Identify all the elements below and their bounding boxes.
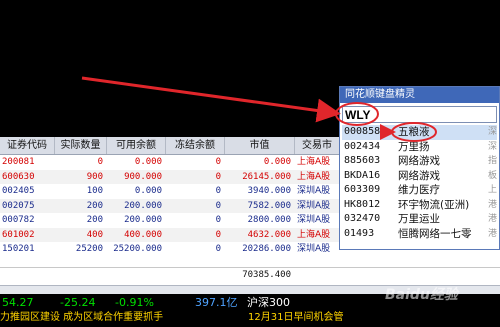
col-header-frozen[interactable]: 冻结余额 xyxy=(166,137,225,154)
suggestion-name: 网络游戏 xyxy=(398,155,440,167)
suggestion-code: 002434 xyxy=(344,140,381,152)
total-row: 70385.400 xyxy=(0,267,500,282)
suggestion-name: 万里运业 xyxy=(398,213,440,225)
cell-value: 3940.000 xyxy=(247,186,291,196)
cell-avail: 25200.000 xyxy=(113,244,162,254)
suggestion-item[interactable]: BKDA16 网络游戏 板 xyxy=(342,169,497,184)
cell-qty: 900 xyxy=(86,171,103,182)
col-header-qty[interactable]: 实际数量 xyxy=(55,137,107,154)
cell-market: 上海A股 xyxy=(297,171,331,182)
cell-value: 20286.000 xyxy=(242,244,291,254)
suggestion-code: 01493 xyxy=(344,227,375,239)
cell-value: 2800.000 xyxy=(247,215,291,225)
suggestion-item[interactable]: 01493 恒腾网络一七零 港 xyxy=(342,227,497,242)
suggestion-code: 000858 xyxy=(344,126,381,137)
suggestion-item[interactable]: HK8012 环宇物流(亚洲) 港 xyxy=(342,198,497,213)
suggestion-name: 恒腾网络一七零 xyxy=(398,227,472,240)
suggestion-market: 港 xyxy=(488,199,498,210)
watermark-logo: Baidu经验 xyxy=(385,287,458,303)
cell-code: 002075 xyxy=(2,200,35,211)
suggestion-code: 032470 xyxy=(344,213,381,224)
cell-value: 7582.000 xyxy=(247,200,291,211)
cell-frozen: 0 xyxy=(215,171,221,182)
cell-avail: 200.000 xyxy=(124,215,162,225)
cell-code: 150201 xyxy=(2,244,35,254)
cell-avail: 200.000 xyxy=(124,200,162,211)
suggestion-market: 港 xyxy=(488,228,498,239)
suggestion-item[interactable]: 000858 五粮液 深 xyxy=(342,125,497,140)
col-header-market[interactable]: 交易市 xyxy=(295,137,340,154)
suggestion-market: 深 xyxy=(488,141,498,152)
col-header-value[interactable]: 市值 xyxy=(225,137,295,154)
col-header-code[interactable]: 证券代码 xyxy=(0,137,55,154)
cell-code: 000782 xyxy=(2,215,35,225)
index-turnover: 397.1亿 xyxy=(195,296,238,309)
cell-qty: 200 xyxy=(86,215,103,225)
suggestion-market: 上 xyxy=(488,185,498,195)
suggestion-item[interactable]: 032470 万里运业 港 xyxy=(342,212,497,227)
cell-frozen: 0 xyxy=(215,186,221,196)
col-header-avail[interactable]: 可用余额 xyxy=(107,137,166,154)
cell-market: 上海A股 xyxy=(297,157,331,167)
cell-market: 深圳A股 xyxy=(297,244,331,254)
suggestion-name: 维力医疗 xyxy=(398,184,440,196)
suggestion-name: 万里扬 xyxy=(398,140,430,153)
cell-code: 601002 xyxy=(2,229,35,240)
suggestion-name: 五粮液 xyxy=(398,126,430,138)
cell-code: 200081 xyxy=(2,157,35,167)
cell-frozen: 0 xyxy=(215,200,221,211)
cell-avail: 0.000 xyxy=(134,157,162,167)
news-headline[interactable]: 12月31日早间机会管 xyxy=(248,311,343,325)
index-points: 54.27 xyxy=(2,296,34,309)
cell-value: 26145.000 xyxy=(242,171,291,182)
suggestion-market: 港 xyxy=(488,214,498,224)
news-scroller[interactable]: 力推园区建设 成为区域合作重要抓手 12月31日早间机会管 xyxy=(0,311,500,325)
suggestion-item[interactable]: 885603 网络游戏 指 xyxy=(342,154,497,169)
suggestion-market: 板 xyxy=(488,170,498,181)
cell-market: 深圳A股 xyxy=(297,215,331,225)
wizard-title: 同花顺键盘精灵 xyxy=(340,87,499,103)
cell-market: 深圳A股 xyxy=(297,200,331,211)
cell-value: 4632.000 xyxy=(247,229,291,240)
cell-avail: 0.000 xyxy=(134,186,162,196)
cell-qty: 200 xyxy=(86,200,103,211)
cell-avail: 400.000 xyxy=(124,229,162,240)
suggestion-code: BKDA16 xyxy=(344,169,381,181)
cell-code: 002405 xyxy=(2,186,35,196)
cell-code: 600630 xyxy=(2,171,35,182)
cell-avail: 900.000 xyxy=(124,171,162,182)
suggestion-market: 指 xyxy=(488,156,498,166)
suggestion-code: HK8012 xyxy=(344,198,381,210)
wizard-search-input[interactable] xyxy=(345,107,485,122)
cell-qty: 400 xyxy=(86,229,103,240)
cell-market: 上海A股 xyxy=(297,229,331,240)
cell-frozen: 0 xyxy=(215,229,221,240)
cell-value: 0.000 xyxy=(263,157,291,167)
suggestion-code: 603309 xyxy=(344,184,381,195)
cell-frozen: 0 xyxy=(215,215,221,225)
suggestion-name: 环宇物流(亚洲) xyxy=(398,198,470,211)
suggestion-item[interactable]: 002434 万里扬 深 xyxy=(342,140,497,155)
cell-qty: 0 xyxy=(97,157,103,167)
cell-qty: 100 xyxy=(86,186,103,196)
suggestion-item[interactable]: 603309 维力医疗 上 xyxy=(342,183,497,198)
keyboard-wizard-popup: 同花顺键盘精灵 000858 五粮液 深 002434 万里扬 深 885603… xyxy=(339,86,500,250)
wizard-input-box xyxy=(342,106,497,123)
suggestion-market: 深 xyxy=(488,127,498,137)
suggestion-name: 网络游戏 xyxy=(398,169,440,182)
news-headline[interactable]: 力推园区建设 成为区域合作重要抓手 xyxy=(0,311,163,325)
index-change: -25.24 xyxy=(60,296,96,309)
cell-qty: 25200 xyxy=(75,244,103,254)
index-name: 沪深300 xyxy=(247,296,290,309)
cell-market: 深圳A股 xyxy=(297,186,331,196)
index-change-pct: -0.91% xyxy=(115,296,154,309)
cell-frozen: 0 xyxy=(215,244,221,254)
suggestion-code: 885603 xyxy=(344,155,381,166)
total-value: 70385.400 xyxy=(242,270,291,280)
cell-frozen: 0 xyxy=(215,157,221,167)
